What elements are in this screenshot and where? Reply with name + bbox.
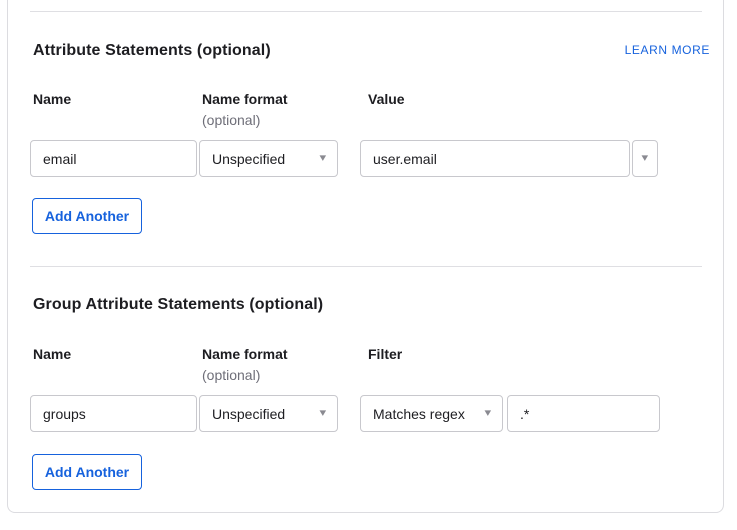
attribute-name-input[interactable] — [30, 140, 197, 177]
settings-card — [7, 0, 724, 513]
group-filter-value-input[interactable] — [507, 395, 660, 432]
column-header-name: Name — [33, 91, 71, 107]
column-header-filter: Filter — [368, 346, 402, 362]
learn-more-link[interactable]: LEARN MORE — [625, 43, 710, 57]
attribute-value-input[interactable] — [360, 140, 630, 177]
attribute-name-format-select[interactable]: Unspecified ▾ — [199, 140, 338, 177]
section-divider-middle — [30, 266, 702, 267]
column-header-name-format: Name format — [202, 346, 288, 362]
group-attribute-statements-title: Group Attribute Statements (optional) — [33, 296, 323, 314]
group-filter-type-select[interactable]: Matches regex ▾ — [360, 395, 503, 432]
add-another-group-attribute-button[interactable]: Add Another — [32, 454, 142, 490]
column-header-optional-note: (optional) — [202, 367, 260, 383]
chevron-down-icon: ▾ — [320, 153, 327, 164]
selected-name-format-value: Unspecified — [212, 406, 285, 422]
column-header-optional-note: (optional) — [202, 112, 260, 128]
group-attribute-name-input[interactable] — [30, 395, 197, 432]
group-attribute-name-format-select[interactable]: Unspecified ▾ — [199, 395, 338, 432]
add-another-attribute-button[interactable]: Add Another — [32, 198, 142, 234]
chevron-down-icon: ▾ — [642, 153, 649, 164]
column-header-value: Value — [368, 91, 405, 107]
chevron-down-icon: ▾ — [485, 408, 492, 419]
column-header-name: Name — [33, 346, 71, 362]
column-header-name-format: Name format — [202, 91, 288, 107]
section-divider-top — [30, 11, 702, 12]
selected-name-format-value: Unspecified — [212, 151, 285, 167]
selected-filter-type-value: Matches regex — [373, 406, 465, 422]
chevron-down-icon: ▾ — [320, 408, 327, 419]
attribute-value-dropdown-button[interactable]: ▾ — [632, 140, 658, 177]
attribute-statements-title: Attribute Statements (optional) — [33, 42, 271, 60]
